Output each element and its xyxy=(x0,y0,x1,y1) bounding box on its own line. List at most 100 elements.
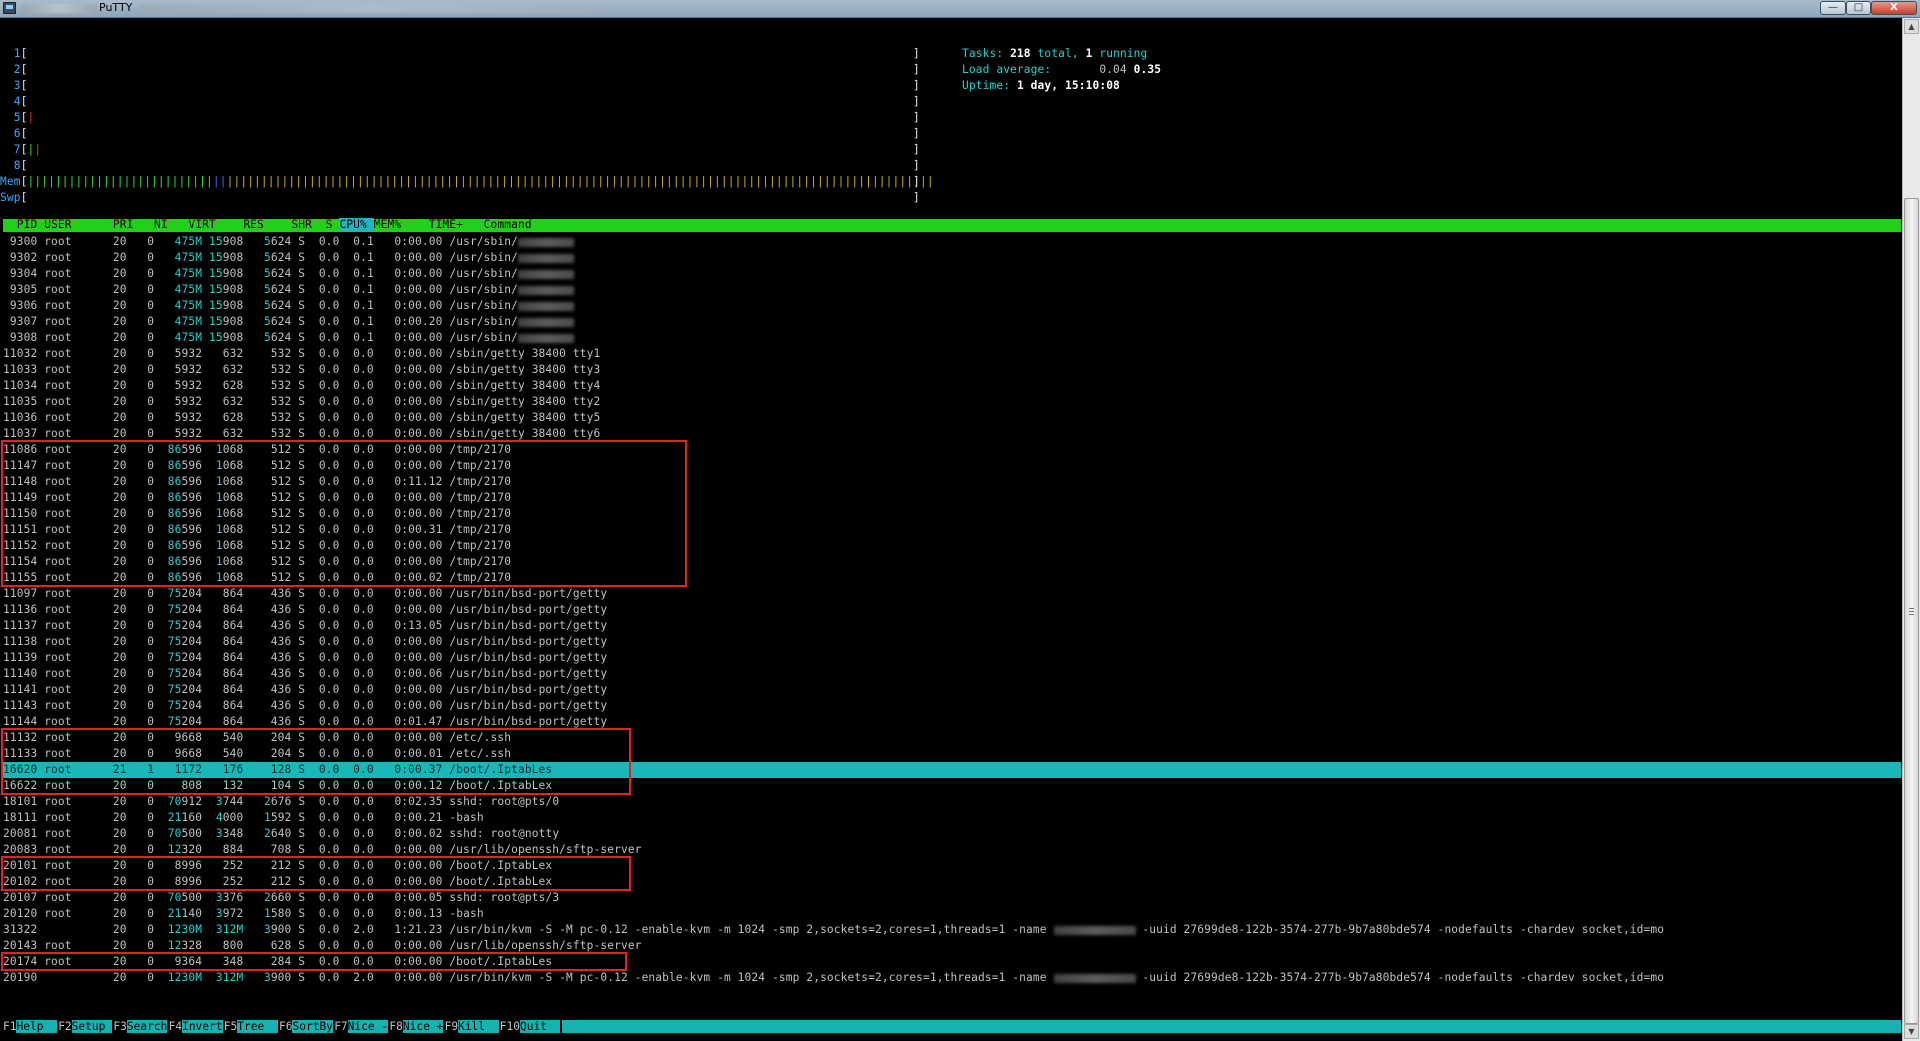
state: S xyxy=(291,315,306,328)
process-row[interactable]: 9308 root 20 0 475M 15908 5624 S 0.0 0.1… xyxy=(3,330,1901,346)
process-row[interactable]: 11147 root 20 0 86596 1068 512 S 0.0 0.0… xyxy=(3,458,1901,474)
process-row[interactable]: 20143 root 20 0 12328 800 628 S 0.0 0.0 … xyxy=(3,938,1901,954)
ni: 0 xyxy=(126,635,155,648)
column-time-[interactable]: TIME+ xyxy=(408,218,477,231)
footer-key-nice-[interactable]: F8Nice + xyxy=(389,1020,444,1033)
column-s[interactable]: S xyxy=(319,218,340,231)
footer-key-quit[interactable]: F10Quit xyxy=(500,1020,561,1033)
process-row[interactable]: 11032 root 20 0 5932 632 532 S 0.0 0.0 0… xyxy=(3,346,1901,362)
process-row[interactable]: 20120 root 20 0 21140 3972 1580 S 0.0 0.… xyxy=(3,906,1901,922)
column-cpu-[interactable]: CPU% xyxy=(339,218,374,231)
process-row[interactable]: 11132 root 20 0 9668 540 204 S 0.0 0.0 0… xyxy=(3,730,1901,746)
process-row[interactable]: 9306 root 20 0 475M 15908 5624 S 0.0 0.1… xyxy=(3,298,1901,314)
process-row[interactable]: 11144 root 20 0 75204 864 436 S 0.0 0.0 … xyxy=(3,714,1901,730)
process-row[interactable]: 20081 root 20 0 70500 3348 2640 S 0.0 0.… xyxy=(3,826,1901,842)
process-row[interactable]: 11086 root 20 0 86596 1068 512 S 0.0 0.0… xyxy=(3,442,1901,458)
process-row[interactable]: 11154 root 20 0 86596 1068 512 S 0.0 0.0… xyxy=(3,554,1901,570)
process-row[interactable]: 31322 20 0 1230M 312M 3900 S 0.0 2.0 1:2… xyxy=(3,922,1901,938)
function-key-bar[interactable]: F1Help F2Setup F3Search F4Invert F5Tree F6… xyxy=(3,1020,1901,1033)
process-row[interactable]: 11097 root 20 0 75204 864 436 S 0.0 0.0 … xyxy=(3,586,1901,602)
process-row[interactable]: 16620 root 21 1 1172 176 128 S 0.0 0.0 0… xyxy=(3,762,1901,778)
ni: 0 xyxy=(126,475,155,488)
virt-thousands: 86 xyxy=(167,523,182,536)
process-row[interactable]: 9307 root 20 0 475M 15908 5624 S 0.0 0.1… xyxy=(3,314,1901,330)
column-shr[interactable]: SHR xyxy=(271,218,319,231)
process-row[interactable]: 11141 root 20 0 75204 864 436 S 0.0 0.0 … xyxy=(3,682,1901,698)
process-row[interactable]: 20101 root 20 0 8996 252 212 S 0.0 0.0 0… xyxy=(3,858,1901,874)
process-row[interactable]: 9305 root 20 0 475M 15908 5624 S 0.0 0.1… xyxy=(3,282,1901,298)
process-row[interactable]: 11137 root 20 0 75204 864 436 S 0.0 0.0 … xyxy=(3,618,1901,634)
process-row[interactable]: 9304 root 20 0 475M 15908 5624 S 0.0 0.1… xyxy=(3,266,1901,282)
process-row[interactable]: 11152 root 20 0 86596 1068 512 S 0.0 0.0… xyxy=(3,538,1901,554)
process-row[interactable]: 20107 root 20 0 70500 3376 2660 S 0.0 0.… xyxy=(3,890,1901,906)
putty-icon[interactable] xyxy=(3,2,16,14)
footer-key-sortby[interactable]: F6SortBy xyxy=(279,1020,333,1033)
process-row[interactable]: 11036 root 20 0 5932 628 532 S 0.0 0.0 0… xyxy=(3,410,1901,426)
title-bar[interactable]: PuTTY — □ X xyxy=(0,0,1920,18)
process-row[interactable]: 20174 root 20 0 9364 348 284 S 0.0 0.0 0… xyxy=(3,954,1901,970)
process-row[interactable]: 11037 root 20 0 5932 632 532 S 0.0 0.0 0… xyxy=(3,426,1901,442)
terminal[interactable]: 1[] 2[] 3[] 4[] 5[|] 6[] 7[||] 8[] Mem[||… xyxy=(0,18,1901,1041)
process-row[interactable]: 20083 root 20 0 12320 884 708 S 0.0 0.0 … xyxy=(3,842,1901,858)
process-row[interactable]: 11155 root 20 0 86596 1068 512 S 0.0 0.0… xyxy=(3,570,1901,586)
process-row[interactable]: 11151 root 20 0 86596 1068 512 S 0.0 0.0… xyxy=(3,522,1901,538)
process-row[interactable]: 16622 root 20 0 808 132 104 S 0.0 0.0 0:… xyxy=(3,778,1901,794)
command: /tmp/2170 xyxy=(442,459,512,472)
minimize-button[interactable]: — xyxy=(1820,1,1846,15)
process-row[interactable]: 11150 root 20 0 86596 1068 512 S 0.0 0.0… xyxy=(3,506,1901,522)
process-row[interactable]: 11133 root 20 0 9668 540 204 S 0.0 0.0 0… xyxy=(3,746,1901,762)
process-row[interactable]: 11035 root 20 0 5932 632 532 S 0.0 0.0 0… xyxy=(3,394,1901,410)
column-command[interactable]: Command xyxy=(477,218,532,231)
column-ni[interactable]: NI xyxy=(140,218,174,231)
cpu-bar: | xyxy=(27,111,35,124)
scroll-down-button[interactable]: ▼ xyxy=(1904,1024,1919,1039)
process-row[interactable]: 18111 root 20 0 21160 4000 1592 S 0.0 0.… xyxy=(3,810,1901,826)
ni: 0 xyxy=(126,859,155,872)
virt-units: 140 xyxy=(181,907,203,920)
footer-key-search[interactable]: F3Search xyxy=(113,1020,168,1033)
shr: 436 xyxy=(243,619,292,632)
process-row[interactable]: 20102 root 20 0 8996 252 212 S 0.0 0.0 0… xyxy=(3,874,1901,890)
footer-key-help[interactable]: F1Help xyxy=(3,1020,57,1033)
column-header-bar[interactable]: PID USER PRI NI VIRT RES SHR S CPU% MEM%… xyxy=(3,218,1901,232)
scrollbar-thumb[interactable] xyxy=(1904,198,1919,1024)
footer-key-nice-[interactable]: F7Nice - xyxy=(334,1020,389,1033)
process-row[interactable]: 11138 root 20 0 75204 864 436 S 0.0 0.0 … xyxy=(3,634,1901,650)
column-pri[interactable]: PRI xyxy=(79,218,141,231)
mem-meter: Mem[||||||||||||||||||||||||||||||||||||… xyxy=(0,174,934,190)
footer-key-invert[interactable]: F4Invert xyxy=(169,1020,223,1033)
column-user[interactable]: USER xyxy=(44,218,78,231)
process-row[interactable]: 18101 root 20 0 70912 3744 2676 S 0.0 0.… xyxy=(3,794,1901,810)
pid: 11133 xyxy=(3,747,38,760)
process-row[interactable]: 11139 root 20 0 75204 864 436 S 0.0 0.0 … xyxy=(3,650,1901,666)
pid: 11140 xyxy=(3,667,38,680)
column-pid[interactable]: PID xyxy=(3,218,44,231)
vertical-scrollbar[interactable]: ▲ ▼ xyxy=(1902,18,1920,1041)
process-row[interactable]: 9302 root 20 0 475M 15908 5624 S 0.0 0.1… xyxy=(3,250,1901,266)
pid: 11147 xyxy=(3,459,38,472)
close-button[interactable]: X xyxy=(1871,1,1917,15)
footer-key-setup[interactable]: F2Setup xyxy=(58,1020,113,1033)
time: 0:00.00 xyxy=(373,843,443,856)
footer-key-tree[interactable]: F5Tree xyxy=(224,1020,278,1033)
process-row[interactable]: 9300 root 20 0 475M 15908 5624 S 0.0 0.1… xyxy=(3,234,1901,250)
process-row[interactable]: 11149 root 20 0 86596 1068 512 S 0.0 0.0… xyxy=(3,490,1901,506)
mem-percent: 0.0 xyxy=(339,411,374,424)
process-row[interactable]: 11143 root 20 0 75204 864 436 S 0.0 0.0 … xyxy=(3,698,1901,714)
process-row[interactable]: 20190 20 0 1230M 312M 3900 S 0.0 2.0 0:0… xyxy=(3,970,1901,986)
mem-percent: 2.0 xyxy=(339,923,374,936)
footer-key-kill[interactable]: F9Kill xyxy=(445,1020,499,1033)
process-row[interactable]: 11033 root 20 0 5932 632 532 S 0.0 0.0 0… xyxy=(3,362,1901,378)
process-row[interactable]: 11136 root 20 0 75204 864 436 S 0.0 0.0 … xyxy=(3,602,1901,618)
virt-thousands: 75 xyxy=(167,651,182,664)
ni: 0 xyxy=(126,427,155,440)
maximize-button[interactable]: □ xyxy=(1846,1,1871,15)
process-row[interactable]: 11034 root 20 0 5932 628 532 S 0.0 0.0 0… xyxy=(3,378,1901,394)
scroll-up-button[interactable]: ▲ xyxy=(1904,19,1919,34)
mem-percent: 0.0 xyxy=(339,523,374,536)
process-row[interactable]: 11140 root 20 0 75204 864 436 S 0.0 0.0 … xyxy=(3,666,1901,682)
process-row[interactable]: 11148 root 20 0 86596 1068 512 S 0.0 0.0… xyxy=(3,474,1901,490)
column-virt[interactable]: VIRT xyxy=(175,218,223,231)
column-mem-[interactable]: MEM% xyxy=(374,218,408,231)
column-res[interactable]: RES xyxy=(223,218,271,231)
